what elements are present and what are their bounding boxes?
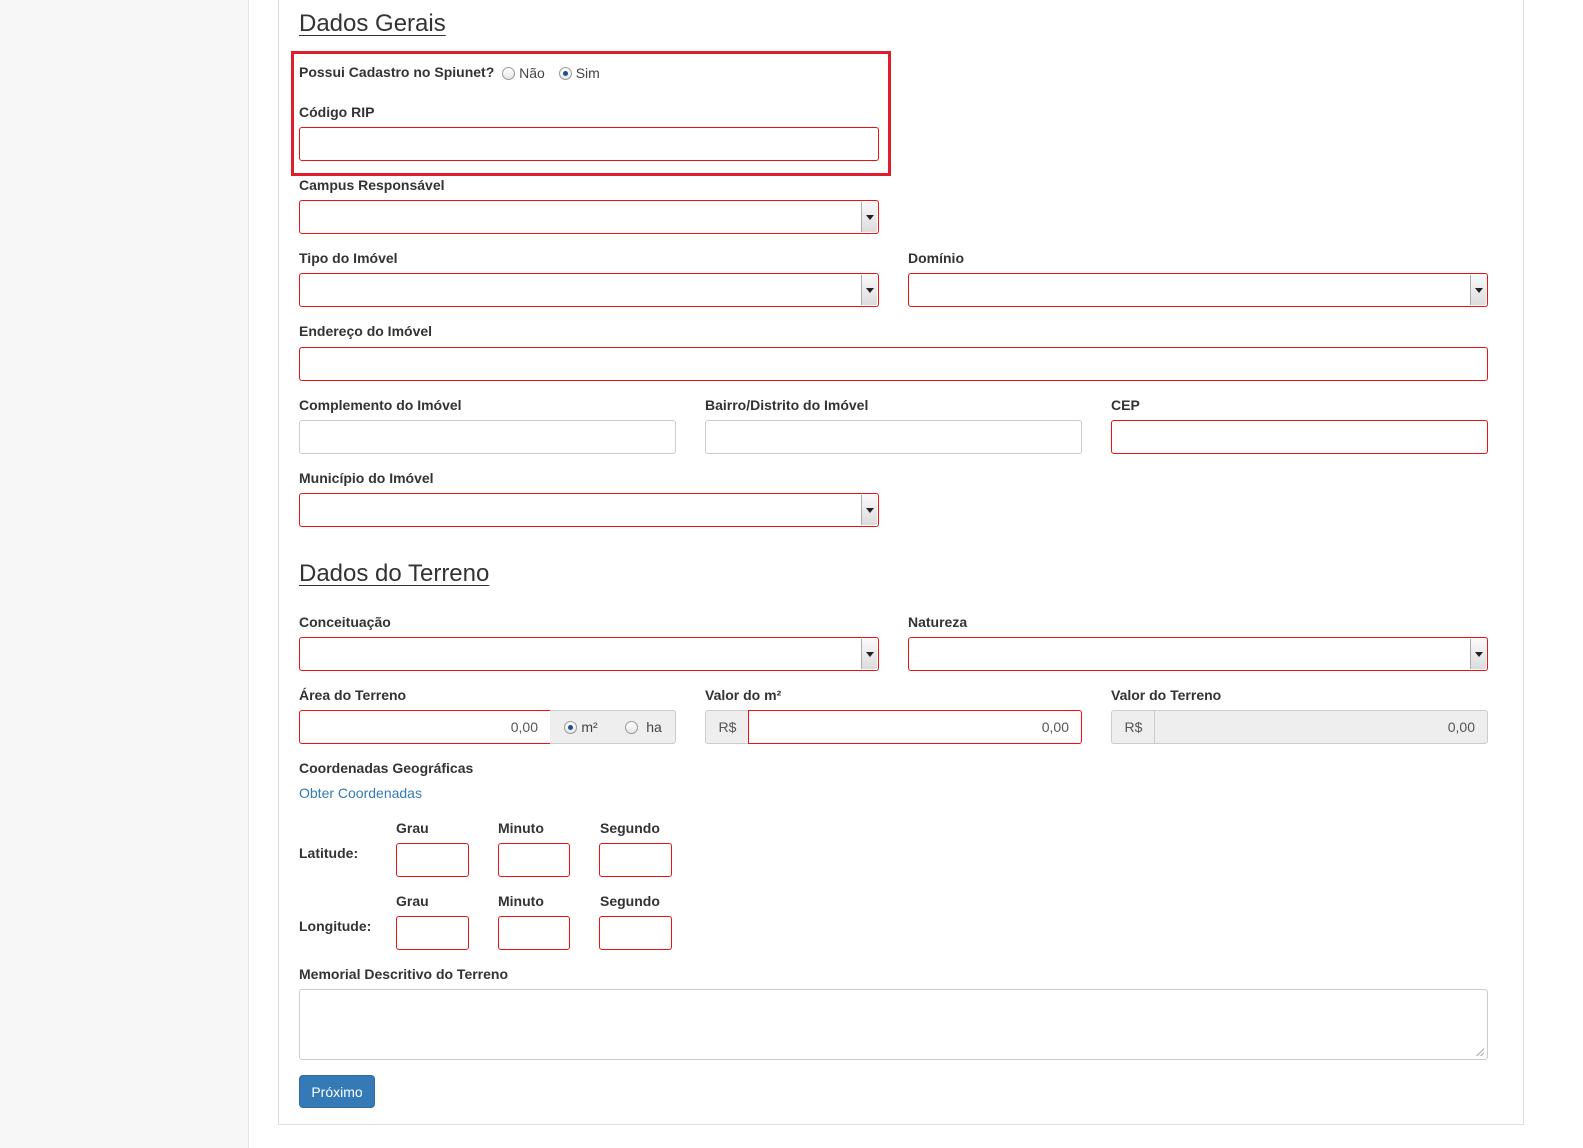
- latitude-segundo-input[interactable]: [599, 843, 672, 877]
- natureza-label: Natureza: [908, 614, 968, 630]
- latitude-minuto-label: Minuto: [498, 820, 544, 836]
- cep-label: CEP: [1111, 397, 1140, 413]
- area-unit-ha[interactable]: ha: [612, 710, 676, 744]
- complemento-input[interactable]: [299, 420, 676, 454]
- left-sidebar: [0, 0, 249, 1148]
- tipo-imovel-label: Tipo do Imóvel: [299, 250, 398, 266]
- endereco-label: Endereço do Imóvel: [299, 323, 433, 339]
- area-input[interactable]: [299, 710, 551, 744]
- longitude-segundo-input[interactable]: [599, 916, 672, 950]
- area-unit-ha-label: ha: [646, 719, 662, 735]
- chevron-down-icon[interactable]: [861, 202, 877, 232]
- endereco-input[interactable]: [299, 347, 1488, 381]
- memorial-textarea[interactable]: [299, 989, 1488, 1060]
- municipio-select[interactable]: [299, 493, 879, 527]
- area-unit-m2-radio[interactable]: [564, 720, 578, 734]
- natureza-select[interactable]: [908, 637, 1488, 671]
- spiunet-radio-nao[interactable]: [502, 66, 516, 80]
- proximo-button[interactable]: Próximo: [299, 1075, 375, 1108]
- municipio-label: Município do Imóvel: [299, 470, 434, 486]
- dominio-label: Domínio: [908, 250, 964, 266]
- coordenadas-label: Coordenadas Geográficas: [299, 760, 474, 776]
- area-unit-m2-label: m²: [581, 719, 598, 735]
- longitude-minuto-input[interactable]: [498, 916, 570, 950]
- chevron-down-icon[interactable]: [861, 275, 877, 305]
- codigo-rip-label: Código RIP: [299, 104, 375, 120]
- resize-handle-icon[interactable]: [1476, 1048, 1484, 1056]
- longitude-grau-input[interactable]: [396, 916, 469, 950]
- tipo-imovel-select[interactable]: [299, 273, 879, 307]
- valor-m2-prefix: R$: [705, 710, 749, 744]
- latitude-grau-input[interactable]: [396, 843, 469, 877]
- area-label: Área do Terreno: [299, 687, 407, 703]
- latitude-label: Latitude:: [299, 845, 359, 861]
- area-unit-m2[interactable]: m²: [550, 710, 613, 744]
- spiunet-label: Possui Cadastro no Spiunet?: [299, 64, 495, 80]
- valor-terreno-prefix: R$: [1111, 710, 1155, 744]
- valor-terreno-input: [1154, 710, 1488, 744]
- chevron-down-icon[interactable]: [1470, 639, 1486, 669]
- chevron-down-icon[interactable]: [1470, 275, 1486, 305]
- latitude-segundo-label: Segundo: [600, 820, 660, 836]
- valor-m2-label: Valor do m²: [705, 687, 782, 703]
- memorial-label: Memorial Descritivo do Terreno: [299, 966, 509, 982]
- obter-coordenadas-link[interactable]: Obter Coordenadas: [299, 785, 422, 801]
- cep-input[interactable]: [1111, 420, 1488, 454]
- dominio-select[interactable]: [908, 273, 1488, 307]
- valor-terreno-label: Valor do Terreno: [1111, 687, 1222, 703]
- longitude-minuto-label: Minuto: [498, 893, 544, 909]
- complemento-label: Complemento do Imóvel: [299, 397, 462, 413]
- bairro-input[interactable]: [705, 420, 1082, 454]
- spiunet-option-nao: Não: [519, 65, 545, 82]
- section-title-dados-gerais: Dados Gerais: [299, 10, 446, 37]
- valor-m2-input[interactable]: [748, 710, 1082, 744]
- spiunet-option-sim: Sim: [575, 65, 600, 82]
- bairro-label: Bairro/Distrito do Imóvel: [705, 397, 869, 413]
- longitude-label: Longitude:: [299, 918, 372, 934]
- conceituacao-select[interactable]: [299, 637, 879, 671]
- section-title-dados-terreno: Dados do Terreno: [299, 560, 490, 587]
- area-unit-ha-radio[interactable]: [625, 720, 639, 734]
- codigo-rip-input[interactable]: [299, 127, 879, 161]
- spiunet-radio-sim[interactable]: [558, 66, 572, 80]
- spiunet-group: Possui Cadastro no Spiunet? Não Sim: [299, 64, 610, 81]
- longitude-grau-label: Grau: [396, 893, 429, 909]
- latitude-grau-label: Grau: [396, 820, 429, 836]
- chevron-down-icon[interactable]: [861, 495, 877, 525]
- campus-label: Campus Responsável: [299, 177, 445, 193]
- campus-select[interactable]: [299, 200, 879, 234]
- conceituacao-label: Conceituação: [299, 614, 391, 630]
- chevron-down-icon[interactable]: [861, 639, 877, 669]
- latitude-minuto-input[interactable]: [498, 843, 570, 877]
- longitude-segundo-label: Segundo: [600, 893, 660, 909]
